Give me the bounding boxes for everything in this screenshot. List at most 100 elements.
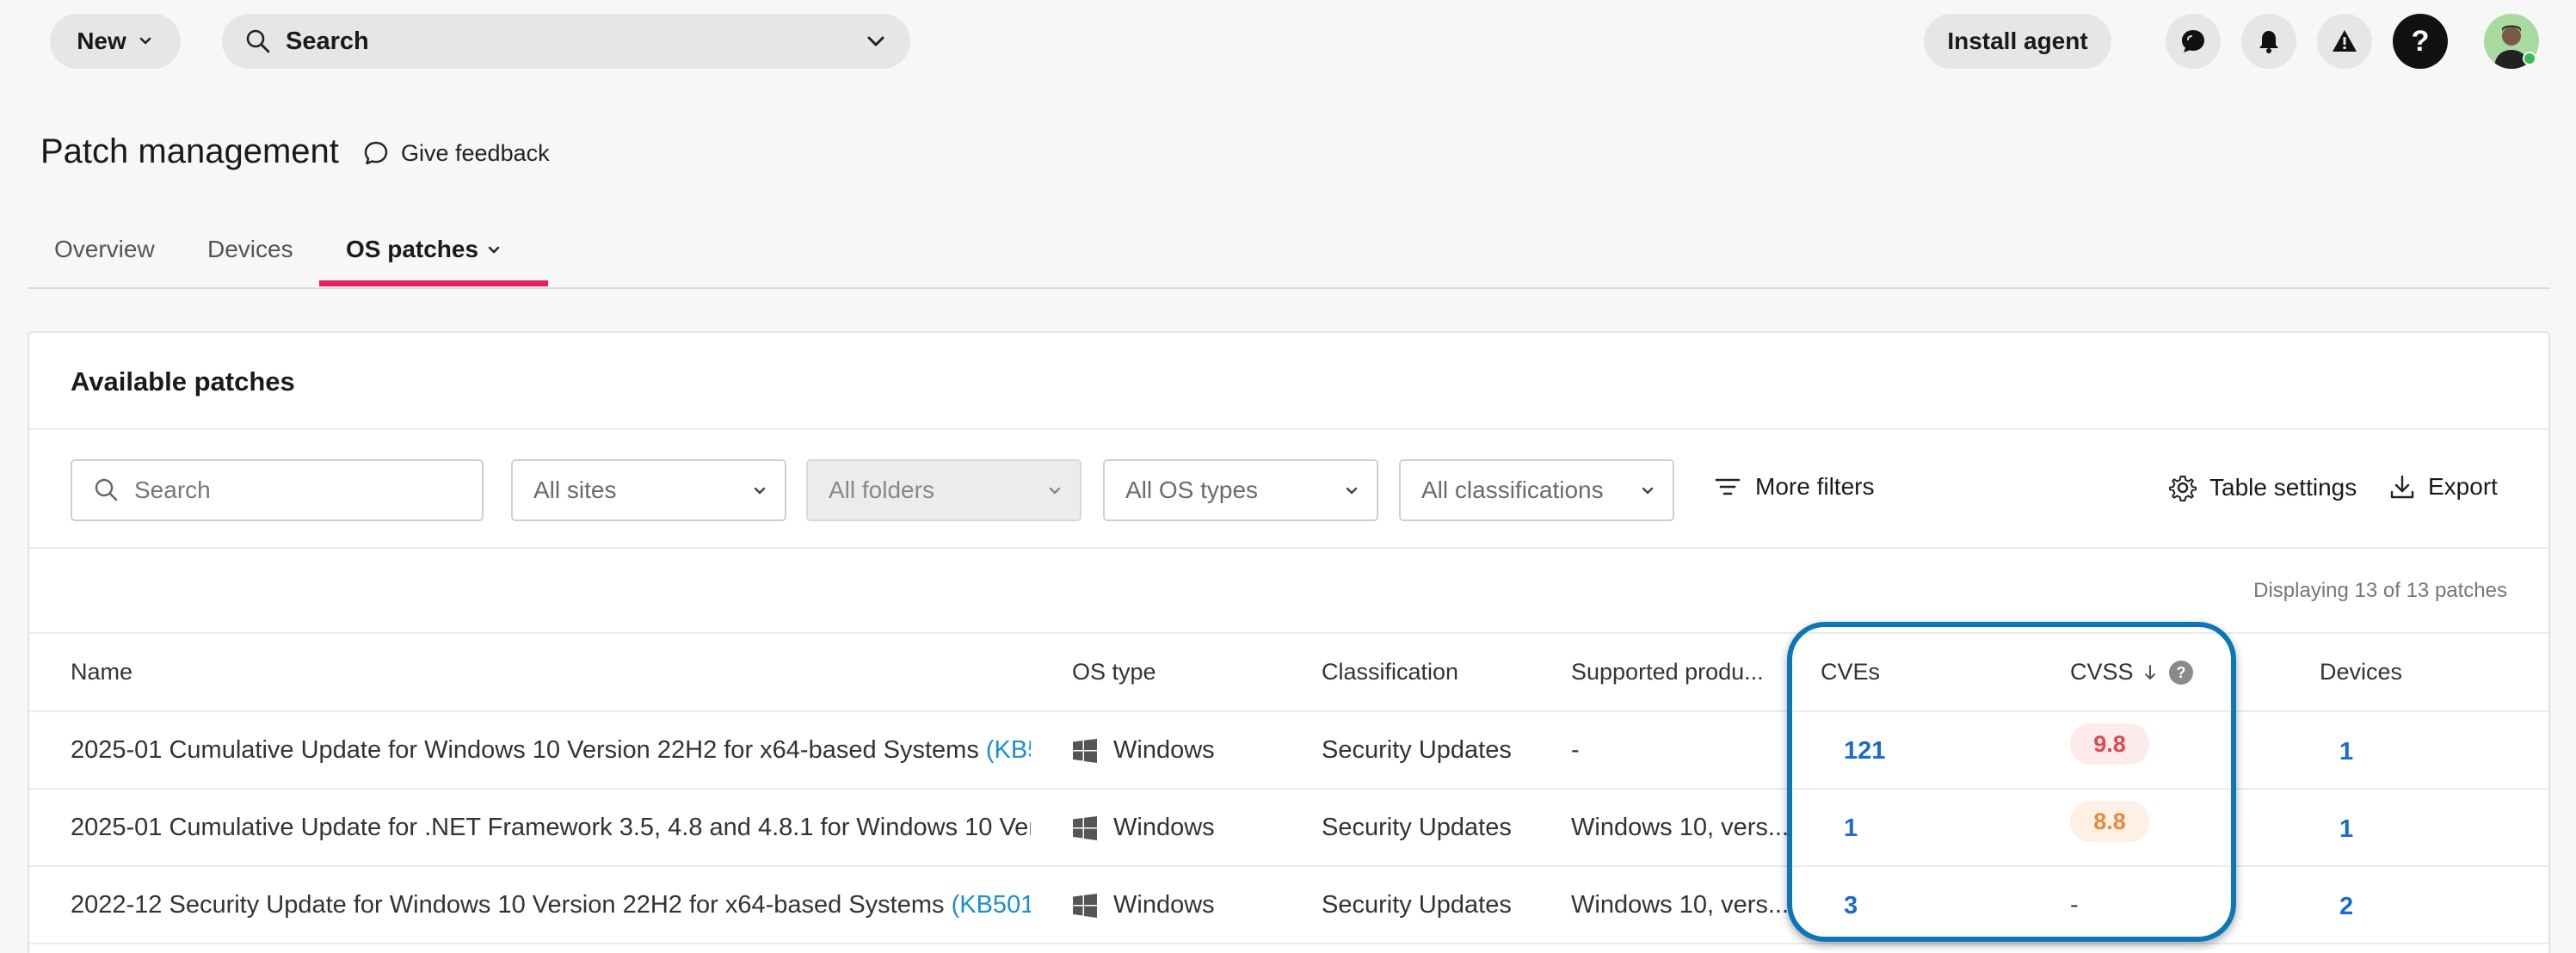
svg-text:?: ? [2176,664,2185,681]
windows-icon [1073,815,1097,840]
card-title: Available patches [71,366,295,397]
divider [29,428,2548,430]
table-search-input[interactable]: Search [71,459,484,521]
install-agent-button[interactable]: Install agent [1924,14,2111,69]
download-icon [2390,475,2414,499]
results-count: Displaying 13 of 13 patches [2253,579,2507,602]
column-header-cvss-label: CVSS [2070,659,2134,685]
column-header-supported-products[interactable]: Supported produ... [1571,659,1764,686]
os-type-text: Windows [1113,891,1215,919]
speech-bubble-icon [364,141,388,165]
cves-count-link[interactable]: 1 [1844,815,1858,843]
kb-link[interactable]: (KB501217 [952,891,1031,919]
column-header-os-type[interactable]: OS type [1072,659,1156,686]
divider [29,943,2548,944]
column-header-devices[interactable]: Devices [2320,659,2402,686]
cvss-badge: 9.8 [2070,723,2149,765]
cvss-badge: 8.8 [2070,801,2149,842]
kb-link[interactable]: (KB504 [986,736,1031,764]
os-type-text: Windows [1113,736,1215,764]
tab-devices[interactable]: Devices [207,236,293,263]
patch-name[interactable]: 2022-12 Security Update for Windows 10 V… [71,891,1031,919]
new-label: New [77,28,126,54]
supported-products-cell: Windows 10, vers... [1571,891,1790,919]
install-agent-label: Install agent [1947,28,2088,54]
page-title: Patch management [40,132,339,170]
patch-name-text: 2025-01 Cumulative Update for .NET Frame… [71,814,1031,841]
gear-icon [2169,476,2197,501]
chevron-down-icon [1049,487,1061,495]
patch-name[interactable]: 2025-01 Cumulative Update for .NET Frame… [71,814,1031,842]
folders-select[interactable]: All folders [806,459,1082,521]
divider [29,865,2548,867]
patch-name-text: 2025-01 Cumulative Update for Windows 10… [71,736,986,764]
table-settings-button[interactable]: Table settings [2168,473,2357,502]
os-types-select-value: All OS types [1125,476,1259,503]
export-button[interactable]: Export [2388,473,2498,501]
bell-icon [2259,31,2278,53]
sites-select-value: All sites [533,476,617,503]
windows-icon [1073,738,1097,763]
os-type-cell: Windows [1072,814,1215,842]
divider [29,788,2548,790]
available-patches-card [28,331,2550,953]
question-circle-icon[interactable]: ? [2168,660,2194,686]
os-type-text: Windows [1113,814,1215,841]
classification-cell: Security Updates [1322,891,1512,919]
help-icon: ? [2411,24,2430,58]
notifications-button[interactable] [2241,14,2296,69]
search-icon [95,478,118,501]
os-types-select[interactable]: All OS types [1103,459,1378,521]
devices-count-link[interactable]: 2 [2339,893,2353,921]
table-search-placeholder: Search [134,476,211,503]
supported-products-cell: - [1571,736,1580,764]
cves-count-link[interactable]: 121 [1844,737,1885,765]
column-header-cves[interactable]: CVEs [1821,659,1880,686]
divider [29,547,2548,549]
classifications-select[interactable]: All classifications [1399,459,1674,521]
give-feedback-link[interactable]: Give feedback [361,138,550,168]
devices-count-link[interactable]: 1 [2339,738,2353,766]
classifications-select-value: All classifications [1421,476,1604,503]
sites-select[interactable]: All sites [511,459,786,521]
chevron-down-icon [1346,487,1358,495]
search-icon [246,29,270,53]
chevron-down-icon [754,487,766,495]
export-label: Export [2428,473,2498,500]
chevron-down-icon[interactable] [864,29,888,53]
patch-name[interactable]: 2025-01 Cumulative Update for Windows 10… [71,736,1031,765]
column-header-classification[interactable]: Classification [1322,659,1458,686]
warning-icon [2333,30,2357,52]
column-header-cvss[interactable]: CVSS ? [2070,659,2194,686]
global-search-label: Search [286,27,369,55]
tab-os-patches[interactable]: OS patches [346,236,502,263]
active-tab-indicator [319,280,548,286]
chat-button[interactable] [2166,14,2221,69]
tab-os-patches-label: OS patches [346,236,479,262]
global-search[interactable]: Search [222,14,910,69]
table-settings-label: Table settings [2209,474,2357,501]
help-button[interactable]: ? [2393,14,2448,69]
windows-icon [1073,893,1097,918]
give-feedback-label: Give feedback [401,139,550,166]
tab-overview[interactable]: Overview [54,236,155,263]
column-header-name[interactable]: Name [71,659,132,686]
tab-bar: Overview Devices OS patches [28,224,2550,289]
chevron-down-icon [1642,487,1654,495]
divider [29,632,2548,634]
os-type-cell: Windows [1072,736,1215,765]
devices-count-link[interactable]: 1 [2339,815,2353,844]
cves-count-link[interactable]: 3 [1844,892,1858,920]
os-type-cell: Windows [1072,891,1215,919]
chevron-down-icon [139,37,151,45]
more-filters-button[interactable]: More filters [1714,473,1874,501]
patch-name-text: 2022-12 Security Update for Windows 10 V… [71,891,952,919]
more-filters-label: More filters [1755,473,1875,500]
new-button[interactable]: New [50,14,181,69]
online-status-dot [2523,52,2536,65]
divider [29,710,2548,712]
supported-products-cell: Windows 10, vers... [1571,814,1790,841]
alerts-button[interactable] [2317,14,2372,69]
classification-cell: Security Updates [1322,814,1512,841]
sort-down-icon [2144,664,2155,679]
